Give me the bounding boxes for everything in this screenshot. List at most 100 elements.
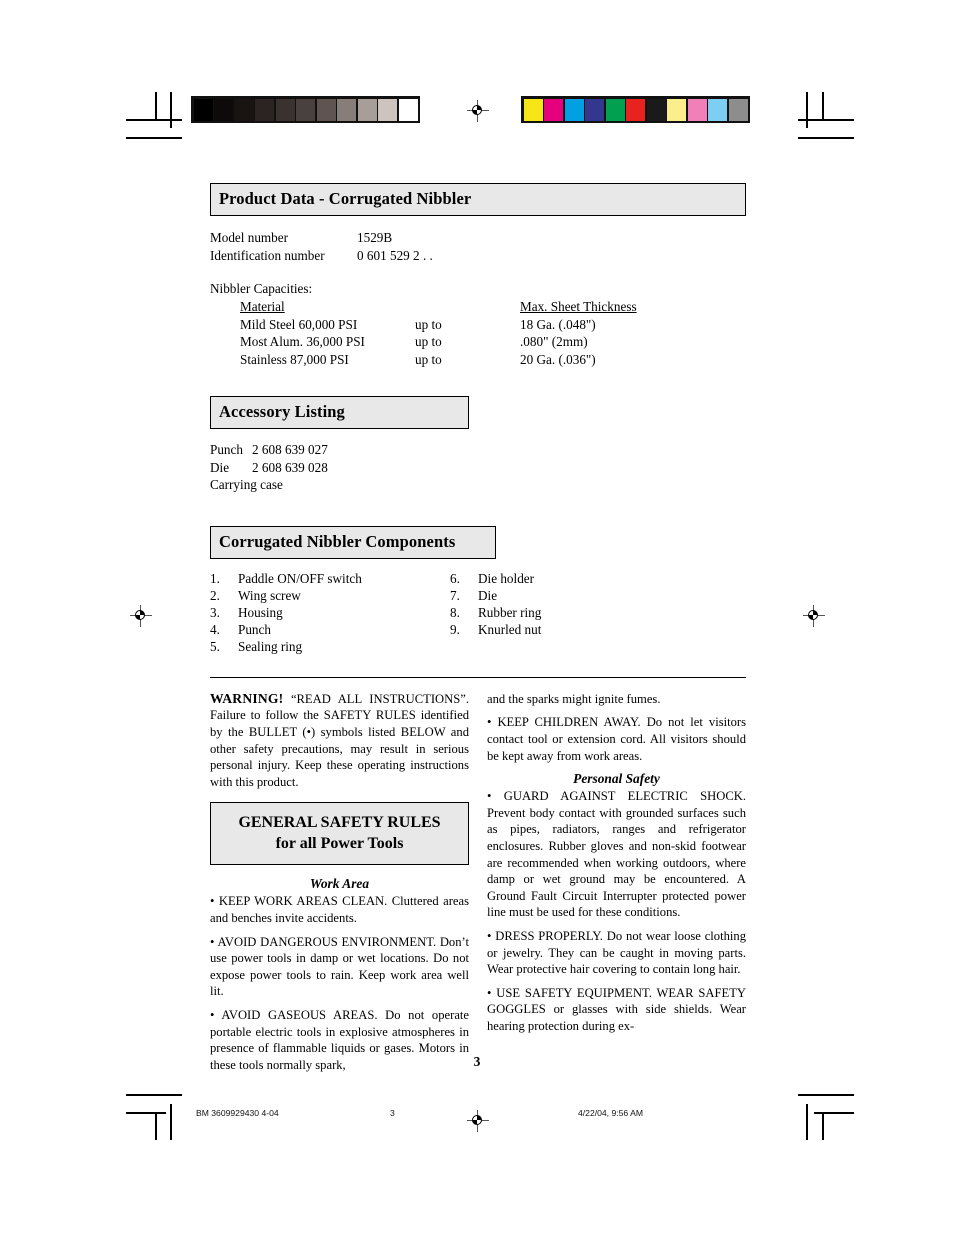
color-swatch-3 bbox=[585, 98, 604, 121]
work-area-subheading: Work Area bbox=[309, 876, 370, 892]
cell-material: Most Alum. 36,000 PSI bbox=[240, 334, 365, 349]
keep-children-away-item: • KEEP CHILDREN AWAY. Do not let visitor… bbox=[487, 715, 746, 763]
warning-paragraph: WARNING! “READ ALL INSTRUCTIONS”. Failur… bbox=[210, 691, 469, 791]
grayscale-swatch-5 bbox=[296, 98, 315, 121]
grayscale-swatch-3 bbox=[255, 98, 274, 121]
footer-job-code: BM 3609929430 4-04 bbox=[196, 1108, 279, 1118]
crop-mark-top-left-vertical bbox=[155, 92, 157, 120]
accessory-name: Punch bbox=[210, 442, 243, 457]
list-item: 2. Wing screw bbox=[210, 587, 450, 604]
accessory-number: 2 608 639 027 bbox=[252, 442, 328, 457]
crop-mark-bottom-right-vertical-2 bbox=[806, 1104, 808, 1140]
grayscale-swatch-4 bbox=[275, 98, 295, 121]
crop-mark-top-right-vertical bbox=[822, 92, 824, 120]
grayscale-swatch-2 bbox=[234, 98, 254, 121]
item-number: 4. bbox=[210, 621, 220, 637]
crop-mark-bottom-left-vertical-2 bbox=[170, 1104, 172, 1140]
item-number: 5. bbox=[210, 638, 220, 654]
spec-value: 0 601 529 2 . . bbox=[357, 247, 433, 263]
table-header-row: Material Max. Sheet Thickness bbox=[210, 298, 746, 316]
cell-thickness: 18 Ga. (.048") bbox=[520, 316, 596, 332]
list-item: Die 2 608 639 028 bbox=[210, 459, 746, 477]
grayscale-swatch-9 bbox=[378, 98, 397, 121]
accessory-name: Carrying case bbox=[210, 477, 283, 492]
list-item: 7. Die bbox=[450, 587, 690, 604]
crop-mark-bottom-left-horizontal-2 bbox=[126, 1112, 166, 1114]
item-label: Wing screw bbox=[238, 587, 301, 603]
item-label: Die holder bbox=[478, 570, 535, 586]
accessory-name: Die bbox=[210, 459, 230, 475]
cell-material: Stainless 87,000 PSI bbox=[240, 351, 349, 367]
components-column-right: 6. Die holder 7. Die 8. Rubber ring 9. K… bbox=[450, 570, 690, 655]
item-number: 8. bbox=[450, 604, 460, 620]
product-data-heading: Product Data - Corrugated Nibbler bbox=[210, 183, 746, 216]
personal-safety-item: • GUARD AGAINST ELECTRIC SHOCK. Prevent … bbox=[487, 789, 746, 920]
table-row: Model number 1529B bbox=[210, 229, 746, 247]
product-spec-table: Model number 1529B Identification number… bbox=[210, 229, 746, 264]
item-number: 6. bbox=[450, 570, 460, 586]
color-swatch-2 bbox=[564, 98, 584, 121]
color-swatch-5 bbox=[626, 98, 645, 121]
table-row: Identification number 0 601 529 2 . . bbox=[210, 247, 746, 265]
item-number: 3. bbox=[210, 604, 220, 620]
warning-text: “READ ALL INSTRUCTIONS”. Failure to foll… bbox=[210, 691, 469, 789]
grayscale-swatch-0 bbox=[193, 98, 213, 121]
color-swatch-10 bbox=[728, 98, 748, 121]
column-header-material: Material bbox=[240, 299, 285, 314]
general-safety-rules-line2: for all Power Tools bbox=[275, 835, 404, 853]
spec-value: 1529B bbox=[357, 230, 393, 245]
item-number: 7. bbox=[450, 587, 460, 603]
crop-mark-top-left-horizontal bbox=[126, 119, 182, 121]
item-label: Punch bbox=[238, 621, 271, 637]
crop-mark-top-left-horizontal-2 bbox=[126, 137, 182, 139]
color-swatch-9 bbox=[708, 98, 727, 121]
grayscale-swatch-8 bbox=[357, 98, 377, 121]
crop-mark-bottom-left-vertical bbox=[155, 1112, 157, 1140]
footer-timestamp: 4/22/04, 9:56 AM bbox=[578, 1108, 643, 1118]
crop-mark-top-right-vertical-2 bbox=[806, 92, 808, 128]
list-item: 6. Die holder bbox=[450, 570, 690, 587]
registration-target-icon-bottom bbox=[467, 1110, 489, 1132]
warning-label: WARNING! bbox=[210, 690, 284, 706]
continuation-text: and the sparks might ignite fumes. bbox=[487, 691, 661, 706]
column-header-thickness: Max. Sheet Thickness bbox=[520, 299, 637, 314]
item-label: Die bbox=[478, 587, 498, 603]
page-content: Product Data - Corrugated Nibbler Model … bbox=[210, 183, 746, 1073]
crop-mark-top-right-horizontal-2 bbox=[798, 137, 854, 139]
components-heading: Corrugated Nibbler Components bbox=[210, 525, 496, 559]
spec-label: Model number bbox=[210, 230, 289, 245]
table-row: Mild Steel 60,000 PSI up to 18 Ga. (.048… bbox=[210, 316, 746, 334]
list-item: 8. Rubber ring bbox=[450, 604, 690, 621]
work-area-item: • AVOID DANGEROUS ENVIRONMENT. Don’t use… bbox=[210, 934, 469, 999]
color-swatch-7 bbox=[667, 98, 686, 121]
registration-target-icon-left bbox=[130, 605, 152, 627]
general-safety-rules-line1: GENERAL SAFETY RULES bbox=[238, 814, 441, 832]
item-number: 2. bbox=[210, 587, 220, 603]
item-label: Paddle ON/OFF switch bbox=[238, 570, 362, 586]
grayscale-swatch-10 bbox=[398, 98, 418, 121]
accessory-listing-heading: Accessory Listing bbox=[210, 396, 469, 429]
table-row: Most Alum. 36,000 PSI up to .080" (2mm) bbox=[210, 333, 746, 351]
components-column-left: 1. Paddle ON/OFF switch 2. Wing screw 3.… bbox=[210, 570, 450, 655]
list-item: 1. Paddle ON/OFF switch bbox=[210, 570, 450, 587]
registration-target-icon-right bbox=[803, 605, 825, 627]
item-label: Knurled nut bbox=[478, 621, 542, 637]
color-calibration-strip bbox=[521, 96, 750, 123]
list-item: 5. Sealing ring bbox=[210, 638, 450, 655]
capacities-title: Nibbler Capacities: bbox=[210, 281, 313, 296]
list-item: 4. Punch bbox=[210, 621, 450, 638]
grayscale-swatch-7 bbox=[337, 98, 356, 121]
spec-label: Identification number bbox=[210, 247, 325, 263]
personal-safety-item: • USE SAFETY EQUIPMENT. WEAR SAFETY GOGG… bbox=[487, 985, 746, 1033]
body-column-right: and the sparks might ignite fumes. • KEE… bbox=[487, 691, 746, 1074]
list-item: 3. Housing bbox=[210, 604, 450, 621]
accessory-list: Punch 2 608 639 027 Die 2 608 639 028 Ca… bbox=[210, 441, 746, 494]
color-swatch-0 bbox=[523, 98, 543, 121]
capacities-table: Material Max. Sheet Thickness Mild Steel… bbox=[210, 298, 746, 368]
crop-mark-bottom-left-horizontal bbox=[126, 1094, 182, 1096]
components-list: 1. Paddle ON/OFF switch 2. Wing screw 3.… bbox=[210, 570, 746, 655]
cell-upto: up to bbox=[415, 351, 442, 367]
cell-thickness: .080" (2mm) bbox=[520, 334, 588, 349]
item-label: Rubber ring bbox=[478, 604, 542, 620]
item-number: 9. bbox=[450, 621, 460, 637]
